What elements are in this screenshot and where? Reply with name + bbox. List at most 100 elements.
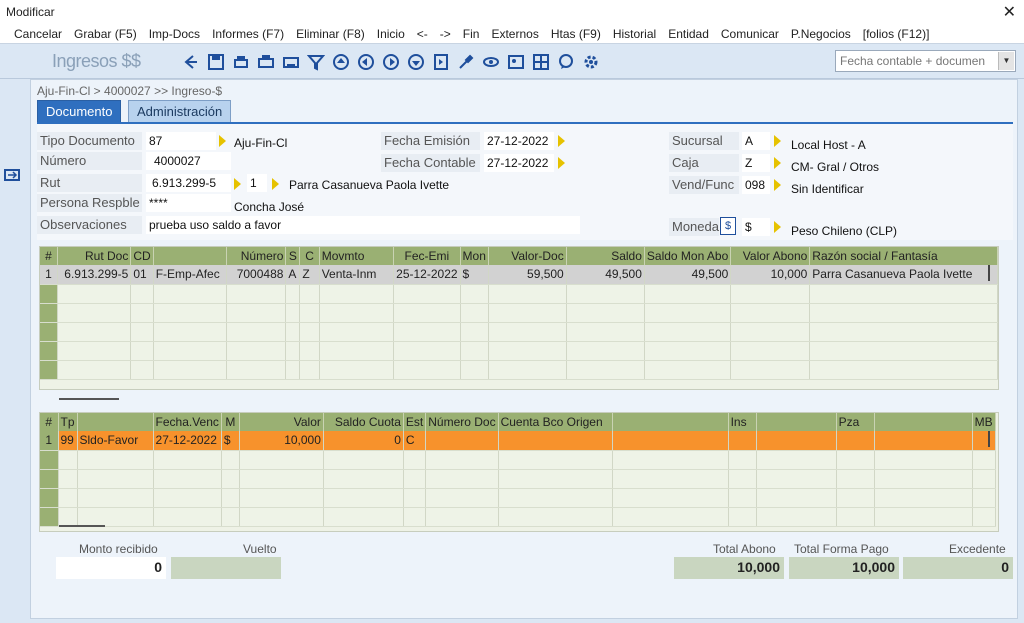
document-next-icon[interactable] [430, 51, 452, 73]
vend-field[interactable]: 098 [742, 176, 770, 194]
cell-s[interactable]: A [285, 265, 301, 285]
menu-htas[interactable]: Htas (F9) [545, 27, 607, 41]
cell-c[interactable]: Z [299, 265, 320, 285]
menu-grabar[interactable]: Grabar (F5) [68, 27, 143, 41]
col-header[interactable]: Est [403, 413, 427, 431]
col-header[interactable]: # [40, 247, 58, 265]
cell-mon[interactable]: $ [460, 265, 489, 285]
cell-cd[interactable]: 01 [130, 265, 154, 285]
col-header[interactable]: Valor Abono [730, 247, 811, 265]
arrow-up-circle-icon[interactable] [330, 51, 352, 73]
cell-numero[interactable]: 7000488 [226, 265, 287, 285]
col-header[interactable]: Tp [58, 413, 78, 431]
col-header[interactable]: Razón social / Fantasía [809, 247, 998, 265]
cell-rut-doc[interactable]: 6.913.299-5 [57, 265, 132, 285]
table-row[interactable]: 1 99 Sldo-Favor 27-12-2022 $ 10,000 0 C [40, 431, 996, 451]
menu-next[interactable]: -> [434, 27, 457, 41]
rut-field[interactable]: 6.913.299-5 [146, 174, 231, 192]
table-row[interactable] [40, 507, 996, 527]
menu-historial[interactable]: Historial [607, 27, 662, 41]
settings-icon[interactable] [580, 51, 602, 73]
table-row[interactable] [40, 303, 998, 323]
col-header[interactable]: MB [972, 413, 996, 431]
cell-valor-doc[interactable]: 59,500 [488, 265, 567, 285]
vertical-scrollbar[interactable] [988, 431, 990, 447]
col-header[interactable]: Cuenta Bco Origen [498, 413, 613, 431]
menu-externos[interactable]: Externos [485, 27, 544, 41]
tab-documento[interactable]: Documento [37, 100, 122, 122]
fecha-emision-picker-icon[interactable] [558, 135, 565, 147]
chevron-down-icon[interactable]: ▼ [998, 52, 1014, 70]
col-header[interactable]: Fec-Emi [393, 247, 461, 265]
menu-informes[interactable]: Informes (F7) [206, 27, 290, 41]
menu-imp-docs[interactable]: Imp-Docs [143, 27, 206, 41]
col-header[interactable]: S [285, 247, 301, 265]
col-header[interactable] [756, 413, 837, 431]
col-header[interactable]: # [40, 413, 59, 431]
printer-icon[interactable] [280, 51, 302, 73]
col-header[interactable]: C [299, 247, 320, 265]
rut-lookup-icon[interactable] [234, 178, 241, 190]
cell-movmto[interactable]: Venta-Inm [319, 265, 395, 285]
table-row[interactable] [40, 488, 996, 508]
cell-razon-social[interactable]: Parra Casanueva Paola Ivette [809, 265, 998, 285]
caja-lookup-icon[interactable] [774, 157, 781, 169]
vend-lookup-icon[interactable] [774, 179, 781, 191]
cell-saldo[interactable]: 49,500 [566, 265, 645, 285]
back-arrow-icon[interactable] [180, 51, 202, 73]
observaciones-field[interactable]: prueba uso saldo a favor [146, 216, 580, 234]
col-header[interactable]: Valor [239, 413, 324, 431]
col-header[interactable]: Rut Doc [57, 247, 132, 265]
persona-field[interactable]: **** [146, 194, 231, 212]
col-header[interactable]: Pza [836, 413, 875, 431]
table-row[interactable] [40, 450, 996, 470]
cell-doc-type[interactable]: F-Emp-Afec [153, 265, 228, 285]
col-header[interactable] [612, 413, 729, 431]
moneda-field[interactable]: $ [742, 218, 770, 236]
menu-fin[interactable]: Fin [457, 27, 486, 41]
table-row[interactable] [40, 284, 998, 304]
cell-mb[interactable] [972, 431, 996, 451]
tools-icon[interactable] [455, 51, 477, 73]
cell-m[interactable]: $ [221, 431, 240, 451]
tipo-documento-lookup-icon[interactable] [219, 135, 226, 147]
col-header[interactable]: Fecha.Venc [153, 413, 222, 431]
cell-saldo-cuota[interactable]: 0 [323, 431, 404, 451]
caja-field[interactable]: Z [742, 154, 770, 172]
filter-icon[interactable] [305, 51, 327, 73]
currency-icon[interactable]: $ [720, 217, 736, 235]
cell-extra[interactable] [612, 431, 729, 451]
cell-tp-desc[interactable]: Sldo-Favor [77, 431, 154, 451]
cell-tp[interactable]: 99 [58, 431, 78, 451]
print-preview-icon[interactable] [230, 51, 252, 73]
numero-field[interactable]: 4000027 [146, 152, 231, 170]
col-header[interactable]: Saldo Cuota [323, 413, 404, 431]
horizontal-scrollbar[interactable] [59, 525, 105, 527]
menu-prev[interactable]: <- [411, 27, 434, 41]
chat-icon[interactable] [555, 51, 577, 73]
cell-extra[interactable] [756, 431, 837, 451]
table-row[interactable]: 1 6.913.299-5 01 F-Emp-Afec 7000488 A Z … [40, 265, 998, 285]
order-select[interactable]: Fecha contable + documen ▼ [835, 50, 1016, 72]
moneda-lookup-icon[interactable] [774, 221, 781, 233]
tipo-documento-field[interactable]: 87 [146, 132, 216, 150]
col-header[interactable]: M [221, 413, 240, 431]
fecha-emision-field[interactable]: 27-12-2022 [484, 132, 554, 150]
table-row[interactable] [40, 469, 996, 489]
col-header[interactable]: Saldo [566, 247, 645, 265]
col-header[interactable]: Saldo Mon Abo [644, 247, 732, 265]
col-header[interactable]: Número [226, 247, 287, 265]
table-row[interactable] [40, 360, 998, 380]
col-header[interactable] [77, 413, 154, 431]
rut-seq-lookup-icon[interactable] [272, 178, 279, 190]
menu-cancelar[interactable]: Cancelar [8, 27, 68, 41]
save-icon[interactable] [205, 51, 227, 73]
arrow-left-circle-icon[interactable] [355, 51, 377, 73]
table-row[interactable] [40, 322, 998, 342]
fecha-contable-picker-icon[interactable] [558, 157, 565, 169]
contact-card-icon[interactable] [505, 51, 527, 73]
table-row[interactable] [40, 341, 998, 361]
menu-comunicar[interactable]: Comunicar [715, 27, 785, 41]
col-header[interactable] [153, 247, 228, 265]
rut-seq-field[interactable]: 1 [247, 174, 267, 192]
